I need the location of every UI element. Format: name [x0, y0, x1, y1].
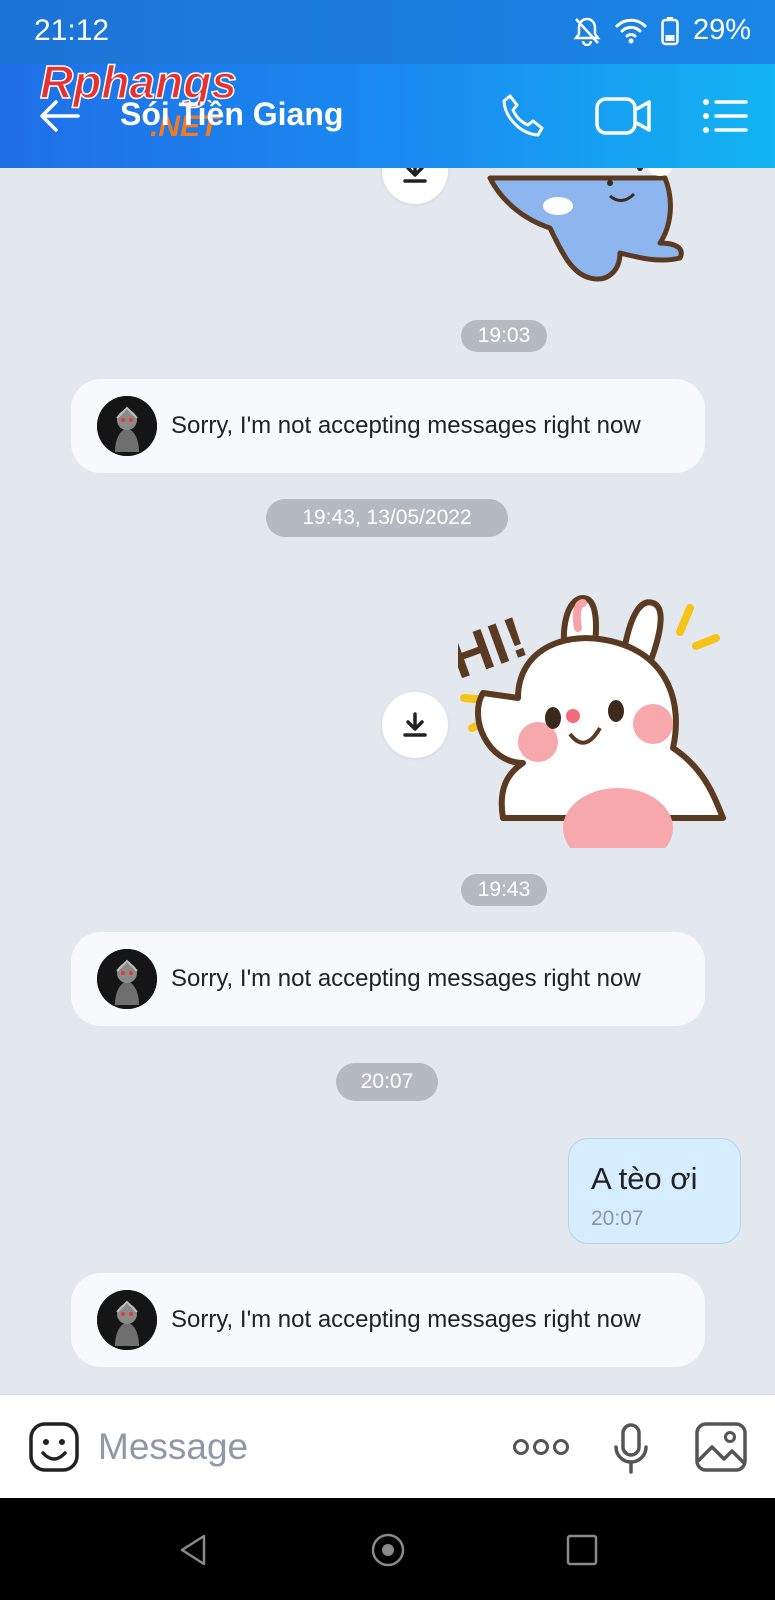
- image-icon: [695, 1422, 747, 1472]
- date-divider: 19:43, 13/05/2022: [266, 499, 508, 537]
- nav-home-icon: [371, 1533, 405, 1567]
- message-input[interactable]: [98, 1419, 478, 1475]
- menu-icon: [703, 99, 748, 133]
- download-icon: [403, 168, 427, 183]
- status-time: 21:12: [34, 14, 110, 47]
- auto-reply-text: Sorry, I'm not accepting messages right …: [171, 1306, 641, 1333]
- auto-reply-message[interactable]: Sorry, I'm not accepting messages right …: [71, 932, 705, 1026]
- phone-icon: [502, 94, 544, 137]
- nav-home-button[interactable]: [368, 1530, 408, 1570]
- download-icon: [403, 712, 427, 737]
- sent-message-bubble[interactable]: A tèo ơi 20:07: [568, 1138, 741, 1244]
- auto-reply-text: Sorry, I'm not accepting messages right …: [171, 412, 641, 439]
- status-icons: 29%: [573, 14, 751, 47]
- download-button[interactable]: [382, 168, 448, 204]
- status-bar: 21:12 29%: [0, 0, 775, 64]
- message-composer: [0, 1394, 775, 1498]
- avatar[interactable]: [97, 949, 157, 1009]
- nav-recents-icon: [566, 1534, 598, 1566]
- timestamp-pill: 19:03: [461, 320, 547, 352]
- back-arrow-icon: [40, 100, 80, 132]
- sent-message-time: 20:07: [591, 1207, 644, 1230]
- auto-reply-message[interactable]: Sorry, I'm not accepting messages right …: [71, 1273, 705, 1367]
- battery-level: 29%: [692, 14, 751, 46]
- auto-reply-message[interactable]: Sorry, I'm not accepting messages right …: [71, 379, 705, 473]
- avatar-image: [97, 1290, 157, 1350]
- microphone-icon: [614, 1423, 648, 1474]
- emoji-icon: [29, 1422, 79, 1472]
- cat-sticker: [487, 168, 684, 282]
- bunny-sticker: HI!: [441, 594, 726, 868]
- timestamp-pill: 20:07: [336, 1063, 438, 1101]
- avatar-image: [97, 396, 157, 456]
- bell-off-icon: [573, 16, 601, 46]
- auto-reply-text: Sorry, I'm not accepting messages right …: [171, 965, 641, 992]
- back-button[interactable]: [36, 92, 84, 140]
- call-button[interactable]: [496, 90, 548, 142]
- image-button[interactable]: [694, 1421, 748, 1473]
- battery-icon: [661, 16, 679, 46]
- sticker-message[interactable]: [470, 168, 720, 288]
- contact-name[interactable]: Sói Tiền Giang: [120, 96, 343, 133]
- message-list[interactable]: 19:03 Sorry, I'm not accepting messages …: [0, 168, 775, 1394]
- wifi-icon: [615, 18, 647, 44]
- more-button[interactable]: [512, 1433, 570, 1461]
- menu-button[interactable]: [700, 90, 752, 142]
- chat-header: Rphangs .NET Sói Tiền Giang: [0, 58, 775, 168]
- avatar[interactable]: [97, 396, 157, 456]
- voice-button[interactable]: [612, 1423, 650, 1475]
- avatar[interactable]: [97, 1290, 157, 1350]
- video-call-icon: [595, 97, 651, 135]
- more-icon: [513, 1439, 569, 1455]
- sent-message-text: A tèo ơi: [591, 1161, 698, 1196]
- avatar-image: [97, 949, 157, 1009]
- nav-back-icon: [180, 1534, 206, 1566]
- nav-back-button[interactable]: [174, 1530, 214, 1570]
- video-call-button[interactable]: [594, 90, 654, 142]
- nav-recents-button[interactable]: [562, 1530, 602, 1570]
- emoji-button[interactable]: [28, 1421, 80, 1473]
- system-nav-bar: [0, 1498, 775, 1600]
- timestamp-pill: 19:43: [461, 874, 547, 906]
- sticker-message[interactable]: HI!: [441, 588, 743, 868]
- download-button[interactable]: [382, 692, 448, 758]
